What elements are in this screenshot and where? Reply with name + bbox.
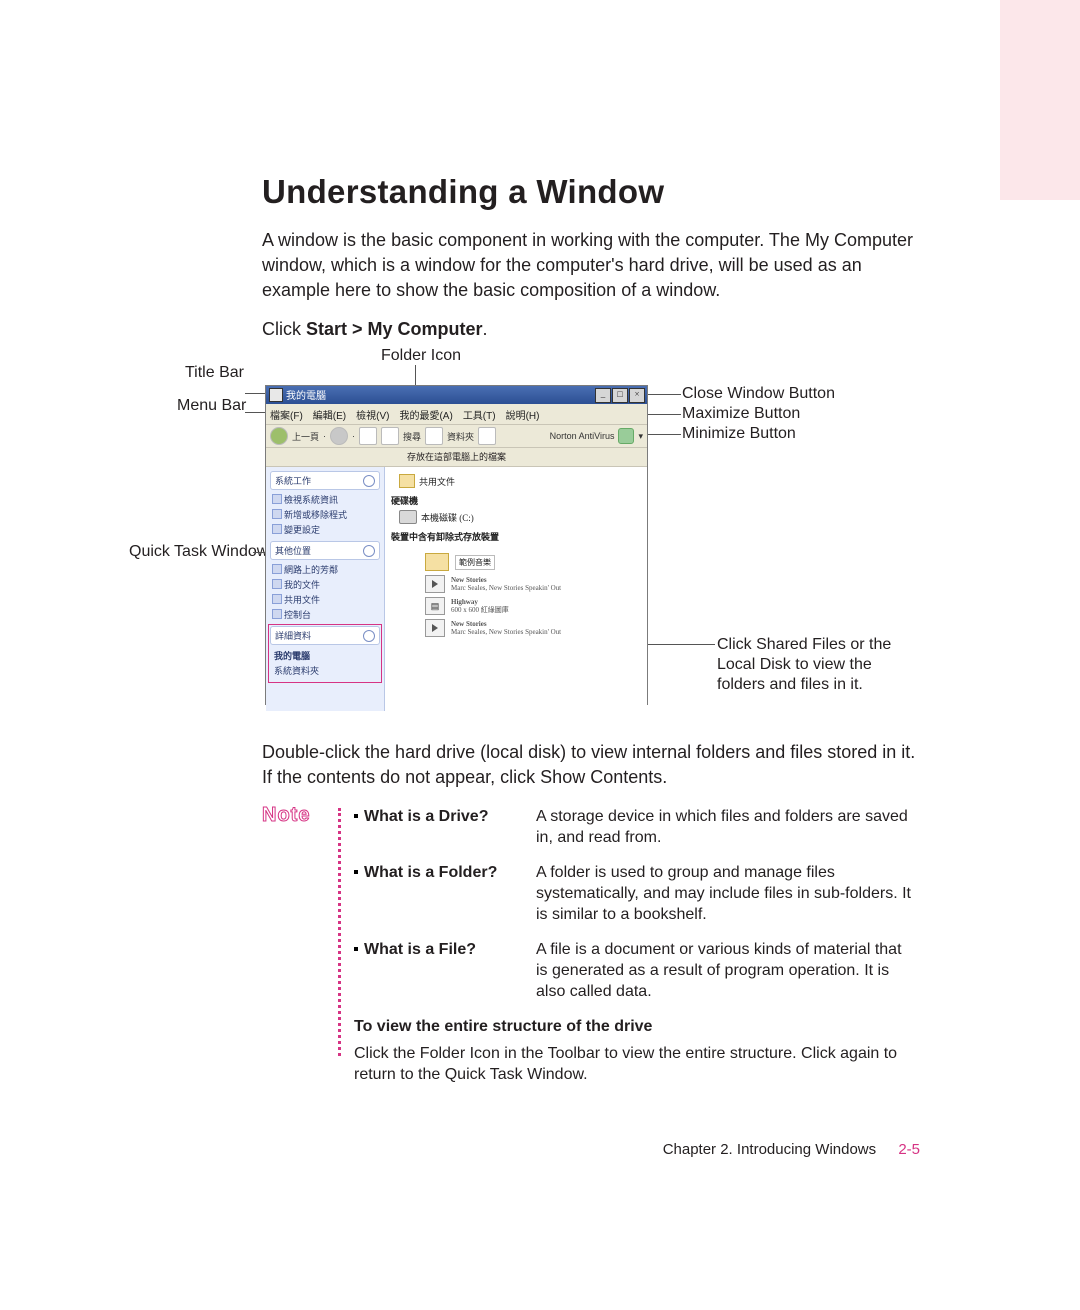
- callout-minimize: Minimize Button: [682, 425, 796, 443]
- side-item[interactable]: 變更設定: [270, 522, 380, 537]
- instruction-bold: Start > My Computer: [306, 319, 483, 339]
- search-label: 搜尋: [403, 430, 421, 443]
- instruction-post: .: [483, 319, 488, 339]
- search-icon[interactable]: [381, 427, 399, 445]
- side-item[interactable]: 新增或移除程式: [270, 507, 380, 522]
- note-row: What is a Folder? A folder is used to gr…: [354, 862, 914, 925]
- go-icon[interactable]: [618, 428, 634, 444]
- footer-page-number: 2-5: [898, 1141, 920, 1158]
- back-icon[interactable]: [270, 427, 288, 445]
- body-paragraph: Double-click the hard drive (local disk)…: [262, 740, 927, 790]
- chevron-icon[interactable]: [363, 475, 375, 487]
- system-icon: [269, 388, 283, 402]
- image-icon: ▤: [425, 597, 445, 615]
- my-computer-window-screenshot: 我的電腦 _ □ × 檔案(F) 編輯(E) 檢視(V) 我的最愛(A) 工具(…: [265, 385, 648, 705]
- close-button[interactable]: ×: [629, 388, 645, 403]
- callout-shared-tip: Click Shared Files or the Local Disk to …: [717, 635, 907, 695]
- callout-maximize: Maximize Button: [682, 405, 800, 423]
- callout-title-bar: Title Bar: [185, 364, 244, 382]
- note-dotted-rule: [338, 808, 341, 1056]
- callout-close: Close Window Button: [682, 385, 835, 403]
- chevron-icon[interactable]: [363, 545, 375, 557]
- removable-header: 裝置中含有卸除式存放裝置: [391, 530, 641, 543]
- note-subpara: Click the Folder Icon in the Toolbar to …: [354, 1043, 914, 1085]
- drive-c[interactable]: 本機磁碟 (C:): [421, 511, 474, 524]
- page-title: Understanding a Window: [262, 173, 664, 211]
- folder-icon[interactable]: [399, 474, 415, 488]
- note-term: What is a File?: [364, 941, 476, 958]
- side-g1[interactable]: 系統工作: [275, 474, 311, 487]
- sample-folder[interactable]: 範例音樂: [455, 555, 495, 570]
- side-item[interactable]: 我的文件: [270, 577, 380, 592]
- menu-fav[interactable]: 我的最愛(A): [399, 407, 452, 422]
- file-meta: 600 x 600 紅綠圖庫: [451, 606, 509, 614]
- instruction-pre: Click: [262, 319, 306, 339]
- note-def: A storage device in which files and fold…: [536, 806, 914, 848]
- folders-label: 資料夾: [447, 430, 474, 443]
- callout-folder-icon: Folder Icon: [381, 347, 461, 365]
- drive-icon[interactable]: [399, 510, 417, 524]
- up-icon[interactable]: [359, 427, 377, 445]
- minimize-button[interactable]: _: [595, 388, 611, 403]
- views-icon[interactable]: [478, 427, 496, 445]
- menu-help[interactable]: 說明(H): [506, 407, 540, 422]
- chevron-icon[interactable]: [363, 630, 375, 642]
- address-caption: 存放在這部電腦上的檔案: [266, 448, 647, 467]
- side-item[interactable]: 檢視系統資訊: [270, 492, 380, 507]
- note-body: What is a Drive? A storage device in whi…: [354, 806, 914, 1085]
- note-term: What is a Drive?: [364, 808, 488, 825]
- menu-tools[interactable]: 工具(T): [463, 407, 496, 422]
- side-g3[interactable]: 詳細資料: [275, 629, 311, 642]
- note-def: A file is a document or various kinds of…: [536, 939, 914, 1002]
- page-footer: Chapter 2. Introducing Windows 2-5: [0, 1141, 1080, 1158]
- intro-paragraph: A window is the basic component in worki…: [262, 228, 927, 303]
- side-item[interactable]: 共用文件: [270, 592, 380, 607]
- task-pane: 系統工作 檢視系統資訊 新增或移除程式 變更設定 其他位置 網路上的芳鄰 我的文…: [266, 467, 385, 711]
- side-g3-title: 我的電腦: [270, 647, 380, 664]
- window-title-text: 我的電腦: [286, 387, 326, 402]
- chapter-tab: [972, 0, 1080, 120]
- file-meta: Marc Seales, New Stories Speakin' Out: [451, 628, 561, 636]
- note-label: Note: [262, 804, 310, 827]
- shared-docs[interactable]: 共用文件: [419, 475, 455, 488]
- maximize-button[interactable]: □: [612, 388, 628, 403]
- norton-label: Norton AntiVirus: [550, 431, 615, 441]
- window-menubar[interactable]: 檔案(F) 編輯(E) 檢視(V) 我的最愛(A) 工具(T) 說明(H): [266, 404, 647, 425]
- forward-icon[interactable]: [330, 427, 348, 445]
- side-g2[interactable]: 其他位置: [275, 544, 311, 557]
- note-subhead: To view the entire structure of the driv…: [354, 1016, 914, 1037]
- folder-icon[interactable]: [425, 553, 449, 571]
- callout-quick-task: Quick Task Window: [129, 543, 268, 561]
- note-row: What is a File? A file is a document or …: [354, 939, 914, 1002]
- back-label: 上一頁: [292, 430, 319, 443]
- note-row: What is a Drive? A storage device in whi…: [354, 806, 914, 848]
- note-term: What is a Folder?: [364, 864, 497, 881]
- media-icon: [425, 575, 445, 593]
- menu-view[interactable]: 檢視(V): [356, 407, 389, 422]
- window-toolbar[interactable]: 上一頁 · · 搜尋 資料夾 Norton AntiVirus ▾: [266, 425, 647, 448]
- file-row[interactable]: New StoriesMarc Seales, New Stories Spea…: [425, 619, 641, 637]
- note-def: A folder is used to group and manage fil…: [536, 862, 914, 925]
- side-item[interactable]: 網路上的芳鄰: [270, 562, 380, 577]
- file-row[interactable]: New StoriesMarc Seales, New Stories Spea…: [425, 575, 641, 593]
- folders-icon[interactable]: [425, 427, 443, 445]
- file-name: Highway: [451, 598, 478, 606]
- content-pane: 共用文件 硬碟機 本機磁碟 (C:) 裝置中含有卸除式存放裝置 範例音樂 New…: [385, 467, 647, 711]
- menu-file[interactable]: 檔案(F): [270, 407, 303, 422]
- file-name: New Stories: [451, 620, 487, 628]
- side-g3-sub: 系統資料夾: [270, 664, 380, 681]
- side-item[interactable]: 控制台: [270, 607, 380, 622]
- instruction-line: Click Start > My Computer.: [262, 319, 488, 340]
- file-row[interactable]: ▤ Highway600 x 600 紅綠圖庫: [425, 597, 641, 615]
- menu-edit[interactable]: 編輯(E): [313, 407, 346, 422]
- callout-menu-bar: Menu Bar: [177, 397, 246, 415]
- media-icon: [425, 619, 445, 637]
- file-name: New Stories: [451, 576, 487, 584]
- footer-chapter: Chapter 2. Introducing Windows: [663, 1141, 876, 1158]
- file-meta: Marc Seales, New Stories Speakin' Out: [451, 584, 561, 592]
- drives-header: 硬碟機: [391, 494, 641, 507]
- window-diagram: Folder Icon Title Bar Menu Bar Quick Tas…: [153, 345, 943, 715]
- window-titlebar: 我的電腦 _ □ ×: [266, 386, 647, 404]
